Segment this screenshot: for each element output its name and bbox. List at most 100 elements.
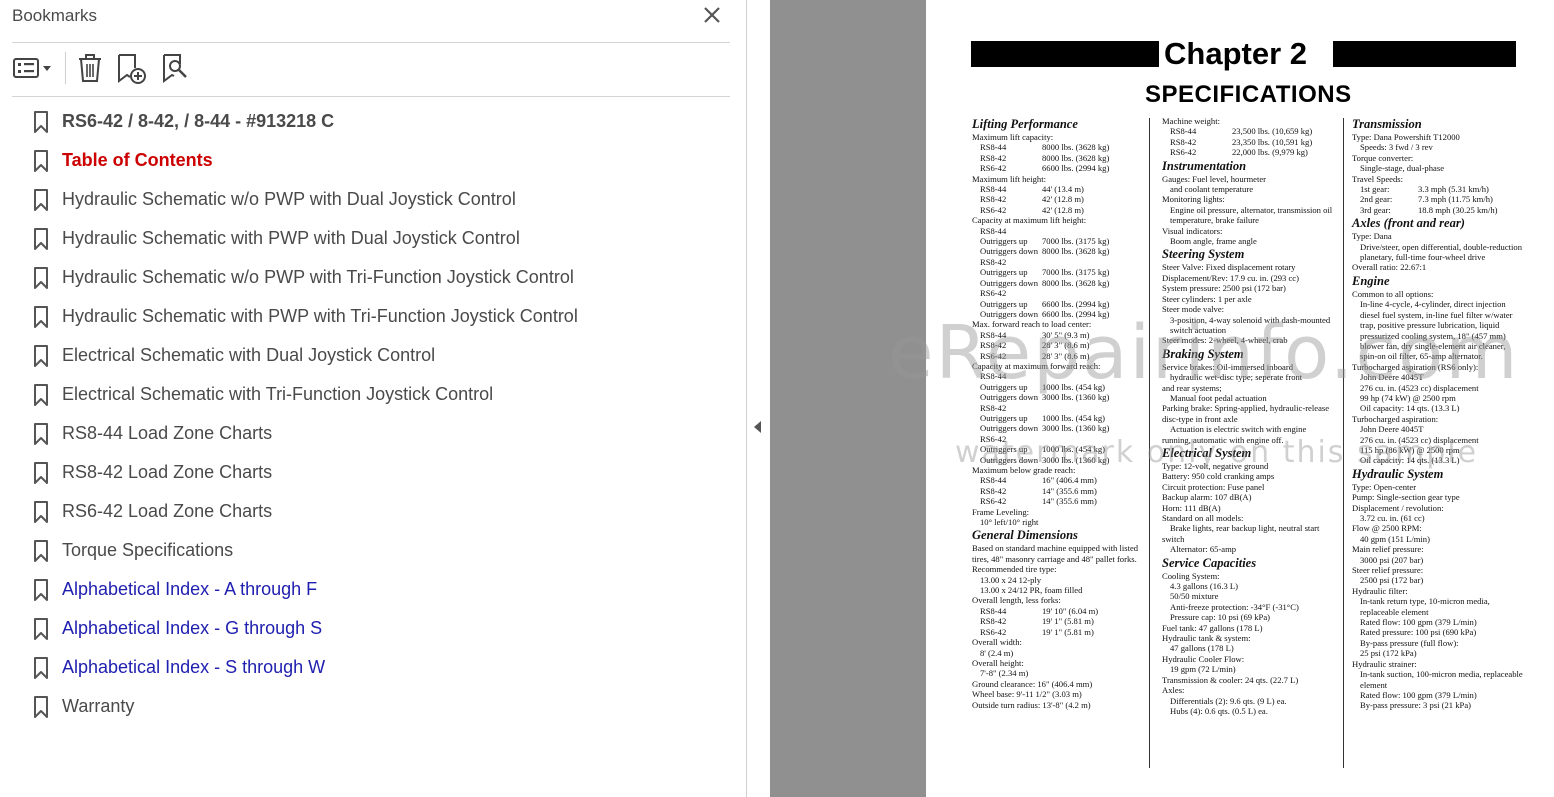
spec-text: Gauges: Fuel level, hourmeter bbox=[1162, 173, 1267, 184]
spec-text: Type: Open-center bbox=[1352, 481, 1417, 492]
spec-text: Horn: 111 dB(A) bbox=[1162, 502, 1221, 513]
spec-text: Steer Valve: Fixed displacement rotary bbox=[1162, 262, 1296, 273]
bookmark-item[interactable]: Hydraulic Schematic with PWP with Dual J… bbox=[0, 220, 740, 258]
spec-key: 3rd gear: bbox=[1360, 204, 1391, 215]
spec-text: Drive/steer, open differential, double-r… bbox=[1360, 241, 1523, 263]
spec-text: Displacement / revolution: bbox=[1352, 502, 1444, 513]
spec-row: RS8-42 14" (355.6 mm) bbox=[972, 486, 1142, 496]
spec-text: Capacity at maximum forward reach: bbox=[972, 360, 1101, 371]
panel-splitter[interactable] bbox=[746, 0, 770, 797]
find-bookmark-button[interactable] bbox=[160, 52, 192, 84]
spec-text: Rated pressure: 100 psi (690 kPa) bbox=[1360, 627, 1477, 638]
spec-row: 2nd gear: 7.3 mph (11.75 km/h) bbox=[1352, 194, 1524, 204]
spec-text: 3-position, 4-way solenoid with dash-mou… bbox=[1170, 314, 1331, 335]
options-menu-button[interactable] bbox=[12, 52, 56, 84]
spec-key: RS8-44 bbox=[980, 329, 1007, 340]
bookmark-item[interactable]: Electrical Schematic with Tri-Function J… bbox=[0, 376, 740, 414]
spec-value: 1000 lbs. (454 kg) bbox=[1042, 381, 1106, 392]
spec-value: 44' (13.4 m) bbox=[1042, 184, 1084, 195]
delete-bookmark-button[interactable] bbox=[76, 52, 104, 84]
spec-value: 42' (12.8 m) bbox=[1042, 204, 1084, 215]
spec-row: RS8-44 16" (406.4 mm) bbox=[972, 475, 1142, 485]
bookmark-item[interactable]: Hydraulic Schematic w/o PWP with Tri-Fun… bbox=[0, 259, 740, 297]
bookmarks-panel: Bookmarks RS6-42 / 8-42, / 8-44 - #91321… bbox=[0, 0, 746, 797]
spec-key: Outriggers down bbox=[980, 246, 1038, 257]
spec-heading: General Dimensions bbox=[972, 528, 1078, 543]
bookmark-item[interactable]: Electrical Schematic with Dual Joystick … bbox=[0, 337, 740, 375]
new-bookmark-button[interactable] bbox=[116, 52, 148, 84]
spec-text: Backup alarm: 107 dB(A) bbox=[1162, 492, 1252, 503]
spec-row: RS6-42 6600 lbs. (2994 kg) bbox=[972, 163, 1142, 173]
spec-text: Cooling System: bbox=[1162, 570, 1220, 581]
bookmark-item[interactable]: RS6-42 / 8-42, / 8-44 - #913218 C bbox=[0, 103, 740, 141]
spec-row: RS8-42 19' 1" (5.81 m) bbox=[972, 616, 1142, 626]
bookmark-item[interactable]: RS8-44 Load Zone Charts bbox=[0, 415, 740, 453]
bookmark-label: RS6-42 / 8-42, / 8-44 - #913218 C bbox=[62, 111, 335, 131]
spec-key: RS8-42 bbox=[1170, 136, 1197, 147]
spec-row: 3rd gear: 18.8 mph (30.25 km/h) bbox=[1352, 205, 1524, 215]
spec-row: RS8-44 30' 5" (9.3 m) bbox=[972, 330, 1142, 340]
bookmark-item[interactable]: Hydraulic Schematic w/o PWP with Dual Jo… bbox=[0, 181, 740, 219]
spec-text: Based on standard machine equipped with … bbox=[972, 543, 1139, 564]
collapse-panel-icon[interactable] bbox=[754, 421, 761, 433]
spec-key: 2nd gear: bbox=[1360, 194, 1393, 205]
bookmark-item[interactable]: Table of Contents bbox=[0, 142, 740, 180]
spec-text: RS8-42 bbox=[980, 256, 1007, 267]
spec-text: 25 psi (172 kPa) bbox=[1360, 648, 1417, 659]
spec-key: RS6-42 bbox=[980, 204, 1007, 215]
spec-text: 115 hp (86 kW) @ 2500 rpm bbox=[1360, 444, 1460, 455]
bookmark-item[interactable]: Alphabetical Index - S through W bbox=[0, 649, 740, 687]
bookmark-item[interactable]: Hydraulic Schematic with PWP with Tri-Fu… bbox=[0, 298, 740, 336]
bookmark-icon bbox=[33, 422, 49, 446]
spec-row: Outriggers down 8000 lbs. (3628 kg) bbox=[972, 278, 1142, 288]
spec-key: RS8-42 bbox=[980, 152, 1007, 163]
spec-text: Axles: bbox=[1162, 685, 1185, 696]
spec-value: 7000 lbs. (3175 kg) bbox=[1042, 267, 1110, 278]
spec-key: 1st gear: bbox=[1360, 184, 1390, 195]
spec-text: 47 gallons (178 L) bbox=[1170, 643, 1234, 654]
spec-text: Flow @ 2500 RPM: bbox=[1352, 523, 1422, 534]
spec-row: Outriggers up 1000 lbs. (454 kg) bbox=[972, 444, 1142, 454]
bookmark-item[interactable]: Alphabetical Index - G through S bbox=[0, 610, 740, 648]
spec-text: Hubs (4): 0.6 qts. (0.5 L) ea. bbox=[1170, 705, 1268, 716]
spec-text: 3.72 cu. in. (61 cc) bbox=[1360, 513, 1425, 523]
spec-value: 8000 lbs. (3628 kg) bbox=[1042, 152, 1110, 163]
spec-row: RS8-44 44' (13.4 m) bbox=[972, 184, 1142, 194]
spec-key: RS6-42 bbox=[980, 496, 1007, 507]
spec-key: Outriggers up bbox=[980, 412, 1028, 423]
spec-text: Ground clearance: 16" (406.4 mm) bbox=[972, 678, 1093, 689]
spec-text: 8' (2.4 m) bbox=[980, 647, 1014, 658]
bookmark-item[interactable]: RS8-42 Load Zone Charts bbox=[0, 454, 740, 492]
spec-key: Outriggers down bbox=[980, 423, 1038, 434]
spec-row: Outriggers up 7000 lbs. (3175 kg) bbox=[972, 236, 1142, 246]
bookmark-icon bbox=[33, 617, 49, 641]
search-bookmark-icon bbox=[163, 54, 187, 83]
close-icon[interactable] bbox=[701, 4, 723, 26]
spec-row: Outriggers up 1000 lbs. (454 kg) bbox=[972, 382, 1142, 392]
spec-key: RS6-42 bbox=[980, 626, 1007, 637]
spec-row: 1st gear: 3.3 mph (5.31 km/h) bbox=[1352, 184, 1524, 194]
bookmark-label: Hydraulic Schematic w/o PWP with Tri-Fun… bbox=[62, 267, 574, 287]
spec-text: Capacity at maximum lift height: bbox=[972, 215, 1087, 226]
bookmark-icon bbox=[33, 188, 49, 212]
spec-column-1: Lifting Performance Maximum lift capacity… bbox=[972, 116, 1142, 710]
spec-text: 50/50 mixture bbox=[1170, 591, 1219, 602]
spec-text: Hydraulic strainer: bbox=[1352, 658, 1417, 669]
bookmark-item[interactable]: RS6-42 Load Zone Charts bbox=[0, 493, 740, 531]
spec-value: 3000 lbs. (1360 kg) bbox=[1042, 392, 1110, 403]
spec-text: 13.00 x 24 12-ply bbox=[980, 574, 1042, 585]
bookmark-item[interactable]: Warranty bbox=[0, 688, 740, 726]
bookmark-item[interactable]: Alphabetical Index - A through F bbox=[0, 571, 740, 609]
spec-text: In-line 4-cycle, 4-cylinder, direct inje… bbox=[1360, 299, 1513, 362]
spec-text: RS8-44 bbox=[980, 371, 1007, 382]
column-rule bbox=[1149, 118, 1150, 768]
bookmark-item[interactable]: Torque Specifications bbox=[0, 532, 740, 570]
spec-key: Outriggers up bbox=[980, 267, 1028, 278]
spec-value: 23,500 lbs. (10,659 kg) bbox=[1232, 126, 1313, 137]
spec-value: 16" (406.4 mm) bbox=[1042, 475, 1097, 486]
spec-heading: Engine bbox=[1352, 273, 1390, 288]
bookmark-icon bbox=[33, 500, 49, 524]
spec-value: 14" (355.6 mm) bbox=[1042, 496, 1097, 507]
spec-text: RS8-42 bbox=[980, 402, 1007, 413]
spec-row: RS6-42 14" (355.6 mm) bbox=[972, 496, 1142, 506]
